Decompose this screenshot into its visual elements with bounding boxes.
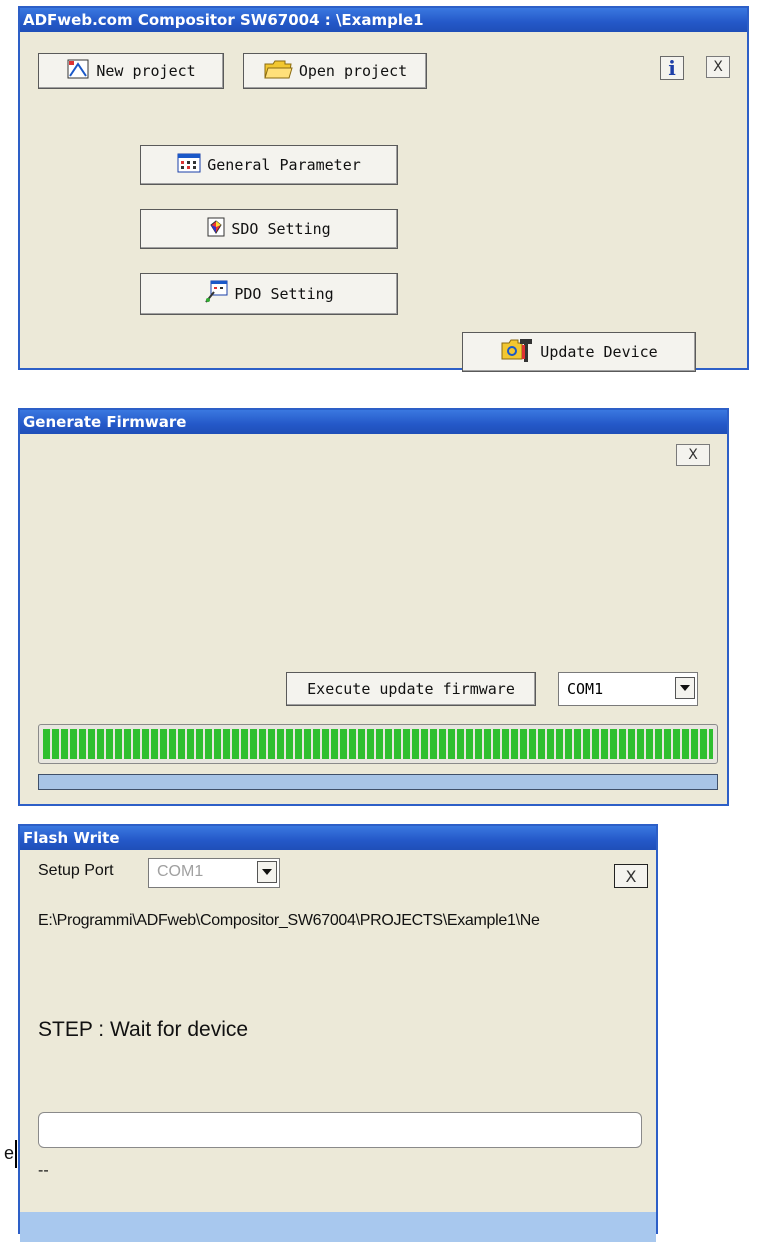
flash-write-close-button[interactable]: X (614, 864, 648, 888)
update-device-button[interactable]: Update Device (462, 332, 696, 372)
flash-footer-bar (20, 1212, 656, 1242)
general-parameter-label: General Parameter (207, 156, 361, 174)
generate-firmware-window: Generate Firmware X Execute update firmw… (18, 408, 729, 806)
setup-port-label: Setup Port (38, 862, 114, 879)
step-status-text: STEP : Wait for device (38, 1018, 249, 1041)
info-icon: i (668, 56, 676, 80)
info-button[interactable]: i (660, 56, 684, 80)
main-close-button[interactable]: X (706, 56, 730, 78)
main-window: ADFweb.com Compositor SW67004 : \Example… (18, 6, 749, 372)
new-project-label: New project (96, 62, 196, 80)
update-device-label: Update Device (540, 343, 658, 361)
chevron-down-icon[interactable] (675, 677, 695, 699)
sdo-setting-button[interactable]: SDO Setting (140, 209, 398, 249)
firmware-secondary-progress-bar (38, 774, 718, 790)
execute-update-firmware-button[interactable]: Execute update firmware (286, 672, 536, 706)
firmware-progress-fill (43, 729, 713, 759)
table-parameters-icon (177, 152, 201, 178)
setup-port-value: COM1 (157, 863, 204, 880)
sdo-setting-label: SDO Setting (231, 220, 331, 238)
update-device-icon (500, 337, 534, 367)
firmware-progress-bar (38, 724, 718, 764)
chevron-down-icon[interactable] (257, 861, 277, 883)
new-project-button[interactable]: New project (38, 53, 224, 89)
generate-firmware-close-button[interactable]: X (676, 444, 710, 466)
project-path-text: E:\Programmi\ADFweb\Compositor_SW67004\P… (38, 912, 540, 929)
close-icon: X (625, 866, 637, 886)
execute-update-firmware-label: Execute update firmware (307, 680, 515, 698)
close-icon: X (713, 59, 723, 75)
pdo-setting-icon (204, 280, 228, 308)
pdo-setting-button[interactable]: PDO Setting (140, 273, 398, 315)
open-project-button[interactable]: Open project (243, 53, 427, 89)
flash-progress-bar (38, 1112, 642, 1148)
flash-status-text: -- (38, 1162, 49, 1179)
flash-write-window: Flash Write Setup Port COM1 X E:\Program… (18, 824, 658, 1242)
main-window-title: ADFweb.com Compositor SW67004 : \Example… (20, 8, 747, 32)
sdo-setting-icon (207, 217, 225, 241)
pdo-setting-label: PDO Setting (234, 285, 334, 303)
new-project-icon (66, 58, 90, 84)
folder-open-icon (263, 58, 293, 84)
firmware-port-value: COM1 (567, 680, 604, 698)
general-parameter-button[interactable]: General Parameter (140, 145, 398, 185)
close-icon: X (688, 447, 698, 463)
firmware-port-select[interactable]: COM1 (558, 672, 698, 706)
open-project-label: Open project (298, 62, 408, 80)
cropped-label-fragment: e (4, 1143, 15, 1163)
generate-firmware-title: Generate Firmware (20, 410, 727, 434)
cropped-divider (15, 1140, 17, 1168)
setup-port-select[interactable]: COM1 (148, 858, 280, 888)
flash-write-title: Flash Write (20, 826, 656, 850)
